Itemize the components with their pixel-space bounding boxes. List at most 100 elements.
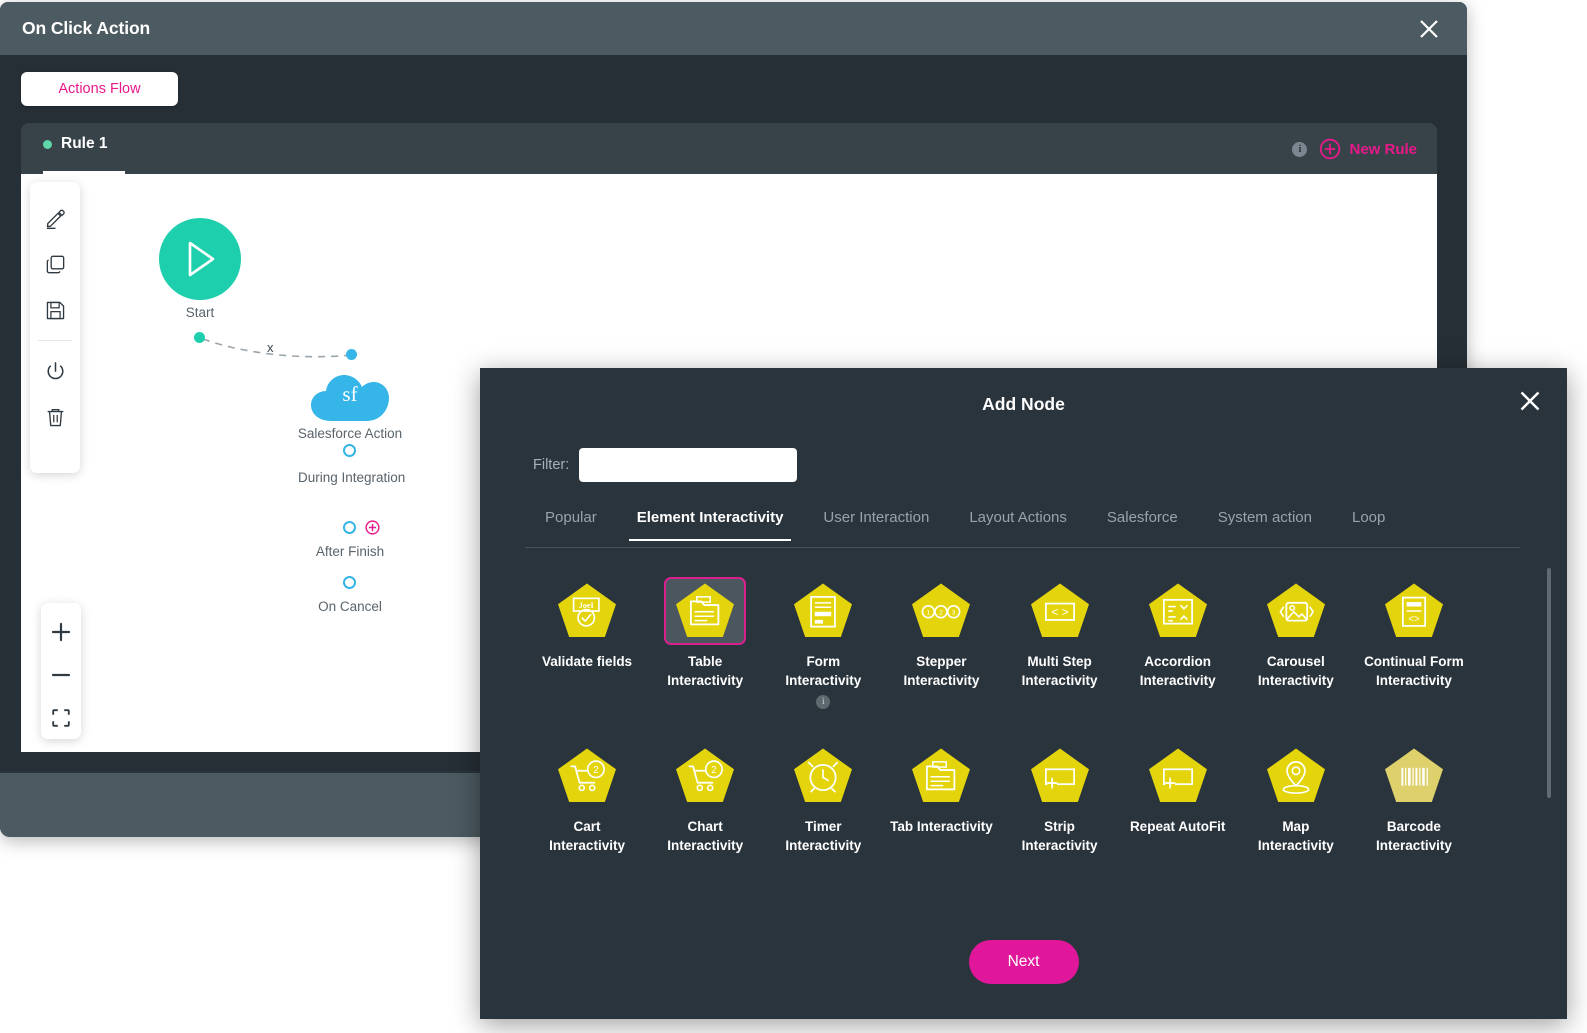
tab-label: Loop [1351,509,1386,526]
port-on-cancel[interactable] [343,576,356,589]
node-card-validate-fields[interactable]: JoeI Validate fields [528,572,646,709]
node-card-map-interactivity[interactable]: Map Interactivity [1237,737,1355,855]
tab-element-interactivity[interactable]: Element Interactivity [617,506,804,541]
node-icon-wrapper [782,742,864,810]
node-icon-wrapper [1137,742,1219,810]
svg-text:<>: <> [1408,614,1420,625]
tab-rule-1[interactable]: Rule 1 [43,135,108,167]
tab-actions-flow[interactable]: Actions Flow [21,72,178,106]
plus-circle-icon [365,520,380,535]
form-icon [794,583,853,638]
node-icon-wrapper: JoeI [546,577,628,645]
node-card-form-interactivity[interactable]: Form Interactivity i [764,572,882,709]
modal-close-button[interactable] [1515,386,1545,416]
modal-tabs: Popular Element Interactivity User Interac… [525,506,1520,548]
save-tool-button[interactable] [35,287,75,333]
port-after-finish[interactable] [343,521,356,534]
delete-tool-button[interactable] [35,394,75,440]
node-card-stepper-interactivity[interactable]: 1 2 3 Stepper Interactivity [882,572,1000,709]
node-card-carousel-interactivity[interactable]: Carousel Interactivity [1237,572,1355,709]
tab-label: Layout Actions [969,509,1067,526]
node-icon-wrapper [1137,577,1219,645]
play-icon [188,241,215,277]
window-close-button[interactable] [1415,15,1443,43]
modal-scrollbar[interactable] [1547,568,1551,798]
node-icon-wrapper [1255,577,1337,645]
node-card-tab-interactivity[interactable]: Tab Interactivity [882,737,1000,855]
rule-info-icon[interactable]: i [1292,141,1308,157]
table-icon [676,583,735,638]
node-card-chart-interactivity[interactable]: 2 Chart Interactivity [646,737,764,855]
filter-input[interactable] [579,448,798,482]
branch-label-during-integration: During Integration [298,470,406,485]
strip-plus-icon [1148,748,1207,803]
zoom-out-button[interactable] [41,654,81,697]
tab-user-interaction[interactable]: User Interaction [803,506,949,540]
tab-label: Popular [545,509,597,526]
node-icon-wrapper: 2 [546,742,628,810]
plus-circle-icon [1320,138,1341,160]
cart-icon: 2 [558,748,617,803]
power-icon [46,361,64,379]
tab-label: Element Interactivity [636,509,784,526]
svg-text:3: 3 [952,610,956,617]
add-node-modal: Add Node Filter: Popular Element Interact… [480,368,1567,1019]
node-card-label: Multi Step Interactivity [1021,654,1098,688]
close-icon [1420,19,1438,38]
node-card-label: Stepper Interactivity [903,654,980,688]
modal-title: Add Node [982,394,1065,414]
port-during-integration[interactable] [343,444,356,457]
power-tool-button[interactable] [35,348,75,394]
node-card-multi-step-interactivity[interactable]: < > Multi Step Interactivity [1001,572,1119,709]
tab-salesforce[interactable]: Salesforce [1087,506,1198,540]
node-card-label: Validate fields [542,654,633,669]
new-rule-button[interactable]: New Rule [1319,138,1417,160]
edit-tool-button[interactable] [35,195,75,241]
node-icon-wrapper [664,577,747,645]
tab-layout-actions[interactable]: Layout Actions [949,506,1087,540]
node-info-icon[interactable]: i [816,695,831,709]
node-card-accordion-interactivity[interactable]: Accordion Interactivity [1119,572,1237,709]
node-card-table-interactivity[interactable]: Table Interactivity [646,572,764,709]
node-start-label: Start [185,305,215,320]
node-icon-wrapper: <> [1373,577,1455,645]
save-icon [46,301,64,319]
node-salesforce-label: Salesforce Action [297,426,403,441]
node-salesforce-action[interactable]: sf [309,369,391,423]
rule-actions: i New Rule [1292,138,1417,160]
node-icon-wrapper [1019,742,1101,810]
close-icon [1520,391,1540,411]
tab-system-action[interactable]: System action [1198,506,1332,540]
tab-label: System action [1217,509,1312,526]
next-button[interactable]: Next [968,940,1079,984]
trash-icon [47,408,63,426]
node-start[interactable] [159,218,241,300]
edge-label: x [267,340,274,355]
fit-screen-button[interactable] [41,696,81,739]
node-icon-wrapper: < > [1019,577,1101,645]
add-node-after-finish-button[interactable] [365,520,380,535]
tab-loop[interactable]: Loop [1332,506,1405,540]
toolbar-divider [38,340,72,341]
port-salesforce-in[interactable] [346,349,357,360]
carousel-image-icon [1266,583,1325,638]
node-card-label: Table Interactivity [667,654,744,688]
node-card-barcode-interactivity[interactable]: Barcode Interactivity [1355,737,1473,855]
node-card-cart-interactivity[interactable]: 2 Cart Interactivity [528,737,646,855]
node-card-label: Cart Interactivity [549,819,625,853]
node-card-continual-form-interactivity[interactable]: <> Continual Form Interactivity [1355,572,1473,709]
node-card-repeat-autofit[interactable]: Repeat AutoFit [1119,737,1237,855]
rule-tabbar: Rule 1 i New Rule [21,123,1437,174]
port-start-out[interactable] [194,332,205,343]
node-card-label: Continual Form Interactivity [1364,654,1464,688]
duplicate-tool-button[interactable] [35,241,75,287]
filter-row: Filter: [533,448,798,482]
node-card-timer-interactivity[interactable]: Timer Interactivity [764,737,882,855]
node-card-strip-interactivity[interactable]: Strip Interactivity [1001,737,1119,855]
svg-text:2: 2 [593,765,598,776]
tab-popular[interactable]: Popular [525,506,617,540]
node-icon-wrapper: 1 2 3 [900,577,982,645]
node-card-label: Map Interactivity [1257,819,1334,853]
branch-label-on-cancel: On Cancel [318,599,382,614]
zoom-in-button[interactable] [41,611,81,654]
